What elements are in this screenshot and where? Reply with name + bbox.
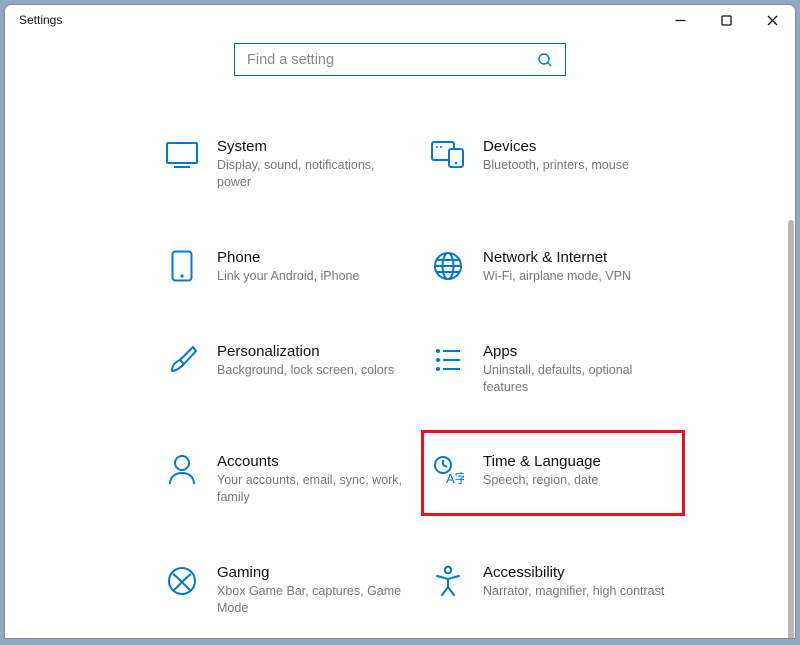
time-language-icon: A字 [432,455,464,485]
category-desc: Background, lock screen, colors [217,362,394,379]
category-phone[interactable]: Phone Link your Android, iPhone [159,245,425,289]
category-desc: Bluetooth, printers, mouse [483,157,629,174]
content-area: System Display, sound, notifications, po… [5,35,795,638]
maximize-icon [721,15,732,26]
category-title: Phone [217,249,359,266]
window-controls [657,5,795,35]
minimize-button[interactable] [657,5,703,35]
category-accessibility[interactable]: Accessibility Narrator, magnifier, high … [425,560,691,621]
category-title: Personalization [217,343,394,360]
category-time-language[interactable]: A字 Time & Language Speech, region, date [425,449,691,510]
category-desc: Uninstall, defaults, optional features [483,362,673,396]
xbox-icon [167,566,197,596]
devices-icon [431,141,465,169]
phone-icon [171,250,193,282]
category-title: Accessibility [483,564,664,581]
category-personalization[interactable]: Personalization Background, lock screen,… [159,339,425,400]
search-icon [537,52,553,68]
category-grid: System Display, sound, notifications, po… [5,76,795,621]
category-desc: Xbox Game Bar, captures, Game Mode [217,583,407,617]
category-desc: Narrator, magnifier, high contrast [483,583,664,600]
category-desc: Wi-Fi, airplane mode, VPN [483,268,631,285]
category-accounts[interactable]: Accounts Your accounts, email, sync, wor… [159,449,425,510]
category-apps[interactable]: Apps Uninstall, defaults, optional featu… [425,339,691,400]
category-title: Apps [483,343,673,360]
category-gaming[interactable]: Gaming Xbox Game Bar, captures, Game Mod… [159,560,425,621]
category-devices[interactable]: Devices Bluetooth, printers, mouse [425,134,691,195]
search-input[interactable] [247,52,537,68]
category-system[interactable]: System Display, sound, notifications, po… [159,134,425,195]
globe-icon [433,251,463,281]
category-desc: Speech, region, date [483,472,601,489]
titlebar: Settings [5,5,795,35]
category-title: Devices [483,138,629,155]
maximize-button[interactable] [703,5,749,35]
category-title: System [217,138,407,155]
accessibility-icon [433,565,463,597]
paintbrush-icon [166,344,198,376]
category-title: Gaming [217,564,407,581]
window-title: Settings [19,13,62,27]
search-wrap [5,35,795,76]
category-title: Accounts [217,453,407,470]
category-network[interactable]: Network & Internet Wi-Fi, airplane mode,… [425,245,691,289]
category-desc: Display, sound, notifications, power [217,157,407,191]
svg-text:A字: A字 [446,471,464,485]
close-icon [767,15,778,26]
category-title: Network & Internet [483,249,631,266]
search-box[interactable] [234,43,566,76]
settings-window: Settings [4,4,796,639]
apps-icon [434,347,462,373]
category-title: Time & Language [483,453,601,470]
minimize-icon [675,15,686,26]
system-icon [166,142,198,168]
person-icon [167,454,197,486]
category-desc: Your accounts, email, sync, work, family [217,472,407,506]
category-desc: Link your Android, iPhone [217,268,359,285]
scrollbar[interactable] [788,220,794,638]
close-button[interactable] [749,5,795,35]
